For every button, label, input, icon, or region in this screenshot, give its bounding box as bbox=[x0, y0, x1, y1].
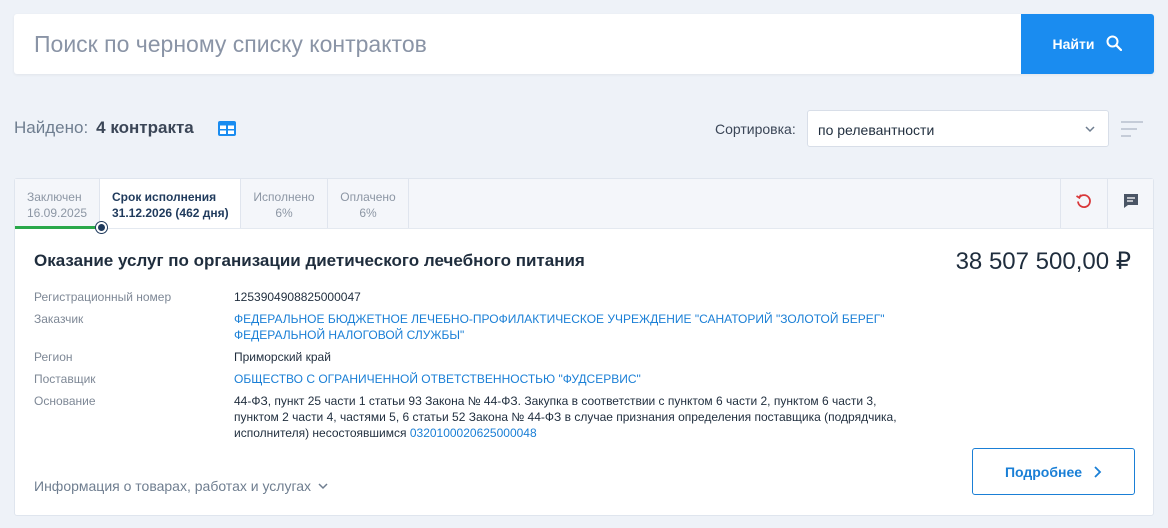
search-button-label: Найти bbox=[1052, 36, 1095, 52]
results-count: 4 контракта bbox=[96, 118, 194, 137]
details-button[interactable]: Подробнее bbox=[972, 448, 1135, 495]
tab-paid: Оплачено 6% bbox=[328, 179, 409, 228]
details-button-label: Подробнее bbox=[1004, 463, 1083, 480]
customer-line-2: ФЕДЕРАЛЬНОЙ НАЛОГОВОЙ СЛУЖБЫ" bbox=[234, 328, 465, 342]
search-icon bbox=[1106, 35, 1123, 54]
customer-link[interactable]: ФЕДЕРАЛЬНОЕ БЮДЖЕТНОЕ ЛЕЧЕБНО-ПРОФИЛАКТИ… bbox=[234, 311, 924, 343]
basis-line-2: пунктом 2 части 4, частями 5, 6 статьи 5… bbox=[234, 410, 897, 424]
comment-icon bbox=[1122, 192, 1140, 215]
search-input[interactable] bbox=[14, 14, 1021, 74]
timeline-marker bbox=[96, 222, 107, 233]
tab-signed: Заключен 16.09.2025 bbox=[15, 179, 100, 228]
tab-executed-title: Исполнено bbox=[253, 190, 315, 204]
field-label: Основание bbox=[34, 394, 96, 408]
contract-status-tabs: Заключен 16.09.2025 Срок исполнения 31.1… bbox=[15, 179, 1154, 233]
contract-card: Заключен 16.09.2025 Срок исполнения 31.1… bbox=[14, 178, 1154, 516]
contract-price: 38 507 500,00 ₽ bbox=[955, 248, 1131, 275]
goods-info-label: Информация о товарах, работах и услугах bbox=[34, 478, 312, 494]
field-label: Регион bbox=[34, 350, 73, 364]
found-label: Найдено: bbox=[14, 118, 89, 137]
customer-line-1: ФЕДЕРАЛЬНОЕ БЮДЖЕТНОЕ ЛЕЧЕБНО-ПРОФИЛАКТИ… bbox=[234, 312, 885, 326]
refresh-button[interactable] bbox=[1060, 179, 1107, 228]
procurement-link[interactable]: 0320100020625000048 bbox=[410, 426, 537, 440]
results-summary: Найдено: 4 контракта bbox=[14, 118, 236, 138]
tab-deadline-title: Срок исполнения bbox=[112, 190, 217, 204]
sort-order-icon[interactable] bbox=[1121, 120, 1143, 143]
field-label: Заказчик bbox=[34, 312, 84, 326]
basis-line-3: исполнителя) несостоявшимся bbox=[234, 426, 410, 440]
field-label: Поставщик bbox=[34, 372, 96, 386]
field-label: Регистрационный номер bbox=[34, 290, 172, 304]
sort-label: Сортировка: bbox=[715, 121, 796, 137]
chevron-down-icon bbox=[318, 483, 328, 490]
sort-selected-value: по релевантности bbox=[818, 122, 935, 138]
field-value: Приморский край bbox=[234, 350, 331, 364]
basis-line-1: 44-ФЗ, пункт 25 части 1 статьи 93 Закона… bbox=[234, 394, 877, 408]
tab-signed-title: Заключен bbox=[27, 190, 82, 204]
tab-executed-value: 6% bbox=[275, 206, 293, 220]
supplier-link[interactable]: ОБЩЕСТВО С ОГРАНИЧЕННОЙ ОТВЕТСТВЕННОСТЬЮ… bbox=[234, 371, 924, 387]
tab-executed: Исполнено 6% bbox=[241, 179, 328, 228]
refresh-icon bbox=[1075, 192, 1093, 215]
search-bar: Найти bbox=[14, 14, 1154, 74]
field-value: 1253904908825000047 bbox=[234, 290, 361, 304]
table-view-icon[interactable] bbox=[217, 120, 236, 136]
comments-button[interactable] bbox=[1107, 179, 1154, 228]
contract-title: Оказание услуг по организации диетическо… bbox=[34, 251, 585, 270]
tab-paid-value: 6% bbox=[359, 206, 377, 220]
sort-select[interactable]: по релевантности bbox=[807, 110, 1109, 147]
tab-deadline: Срок исполнения 31.12.2026 (462 дня) bbox=[100, 179, 241, 228]
goods-info-toggle[interactable]: Информация о товарах, работах и услугах bbox=[34, 478, 328, 494]
tab-signed-value: 16.09.2025 bbox=[27, 206, 88, 220]
tab-deadline-value: 31.12.2026 (462 дня) bbox=[112, 206, 229, 220]
tab-paid-title: Оплачено bbox=[340, 190, 396, 204]
chevron-down-icon bbox=[1084, 122, 1096, 138]
search-button[interactable]: Найти bbox=[1021, 14, 1154, 74]
field-value: 44-ФЗ, пункт 25 части 1 статьи 93 Закона… bbox=[234, 393, 924, 441]
timeline-progress-bar bbox=[15, 226, 102, 229]
chevron-right-icon bbox=[1094, 465, 1102, 478]
